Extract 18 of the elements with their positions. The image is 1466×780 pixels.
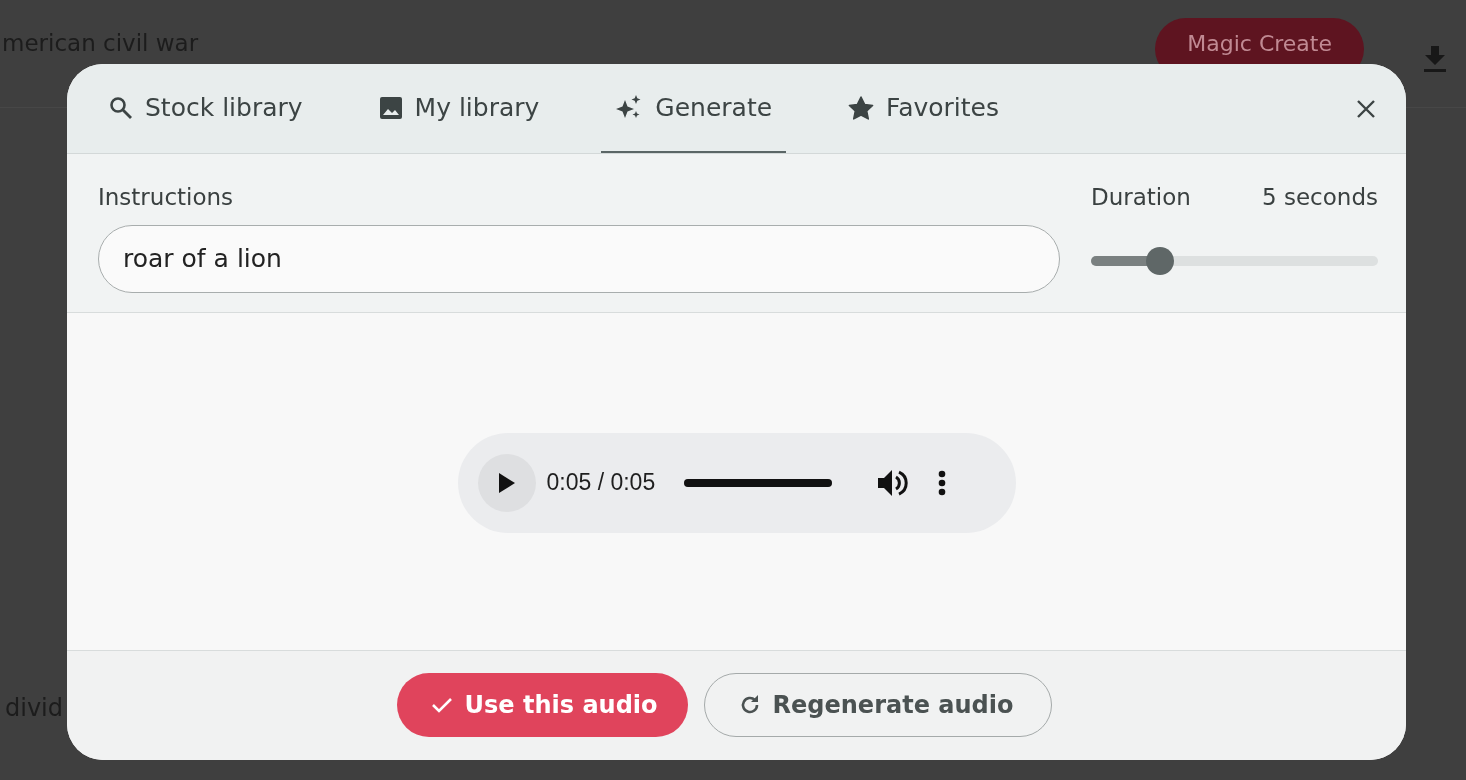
tab[interactable]: Favorites <box>834 64 1014 153</box>
field-label: Instructions <box>98 183 235 212</box>
use-audio-button[interactable]: Use this audio <box>396 673 688 737</box>
image-icon <box>378 95 403 120</box>
progress-bar[interactable] <box>684 478 833 487</box>
tab[interactable]: Stock library <box>95 64 317 153</box>
volume-icon[interactable] <box>878 468 909 497</box>
star-icon <box>848 95 875 120</box>
field-label: Duration <box>1091 183 1191 212</box>
instructions-field[interactable]: roar of a lion <box>98 224 1060 293</box>
check-icon <box>430 696 453 714</box>
play-icon <box>497 472 516 493</box>
playback-time: 0:05 / 0:05 <box>546 468 656 498</box>
search-icon <box>109 95 133 120</box>
slider-thumb[interactable] <box>1145 246 1174 275</box>
tab[interactable]: My library <box>364 64 554 153</box>
duration-reading: 5 seconds <box>1262 183 1378 212</box>
more-icon[interactable] <box>938 469 947 496</box>
